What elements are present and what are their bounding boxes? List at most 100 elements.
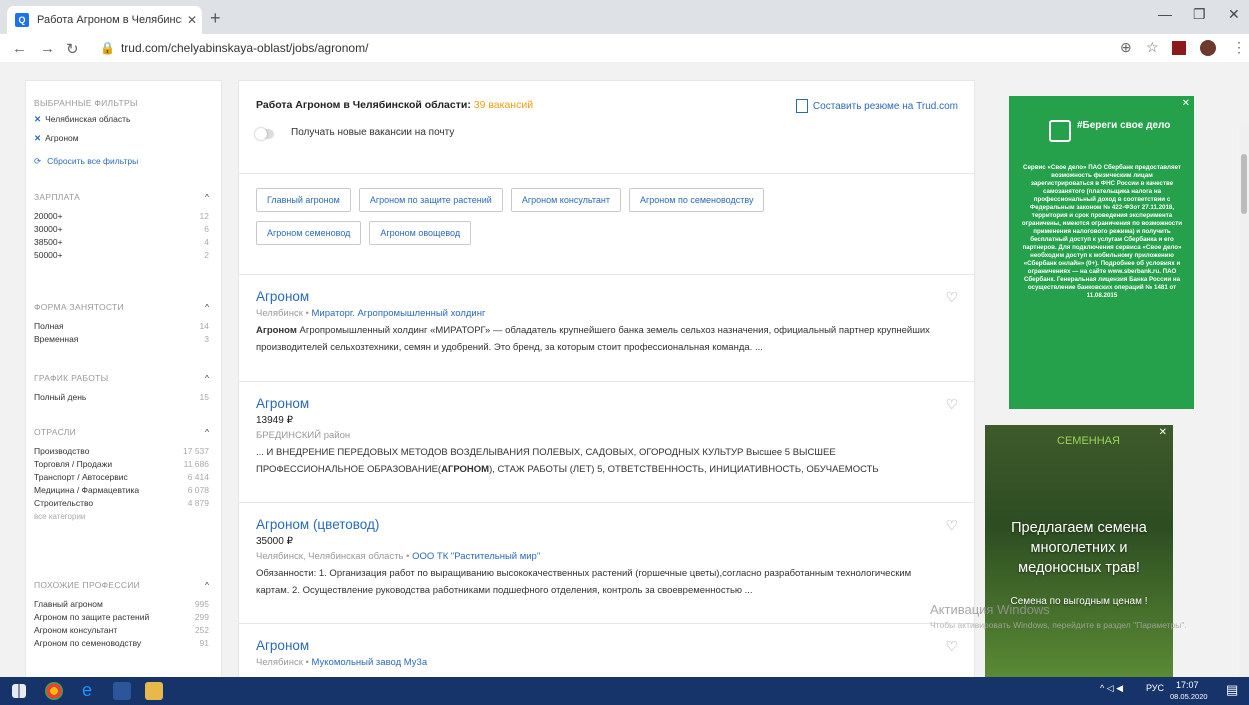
- language-indicator[interactable]: РУС: [1146, 683, 1164, 693]
- job-list: Агроном ♡ Челябинск • Мираторг. Агропромыш…: [239, 275, 974, 677]
- notifications-icon[interactable]: ▤: [1226, 682, 1238, 698]
- reload-icon[interactable]: ↻: [66, 40, 79, 58]
- section-header[interactable]: ОТРАСЛИ ^: [34, 426, 209, 439]
- job-meta: Челябинск, Челябинская область • ООО ТК …: [256, 551, 541, 562]
- job-card[interactable]: Агроном ♡ 13949 ₽ БРЕДИНСКИЙ район ... И ВНЕ…: [239, 382, 974, 503]
- job-meta: Челябинск • Мираторг. Агропромышленный х…: [256, 308, 486, 319]
- ad-close-icon[interactable]: ✕: [1182, 98, 1190, 109]
- url-field[interactable]: 🔒 trud.com/chelyabinskaya-oblast/jobs/agr…: [100, 41, 368, 55]
- job-company[interactable]: Мираторг. Агропромышленный холдинг: [312, 308, 486, 319]
- job-card[interactable]: Агроном ♡ Челябинск • Мукомольный завод Му…: [239, 624, 974, 677]
- explorer-icon[interactable]: [145, 682, 163, 700]
- section-header[interactable]: ПОХОЖИЕ ПРОФЕССИИ ^: [34, 579, 209, 592]
- filter-option[interactable]: Торговля / Продажи 11 686: [34, 458, 209, 471]
- favorite-heart-icon[interactable]: ♡: [945, 517, 958, 534]
- chevron-up-icon[interactable]: ^: [205, 301, 209, 314]
- all-categories-link[interactable]: все категории: [34, 510, 209, 523]
- section-header[interactable]: ГРАФИК РАБОТЫ ^: [34, 372, 209, 385]
- filter-option[interactable]: Главный агроном 995: [34, 598, 209, 611]
- create-resume-link[interactable]: Составить резюме на Trud.com: [795, 99, 958, 113]
- new-tab-icon[interactable]: +: [210, 8, 221, 29]
- favorite-heart-icon[interactable]: ♡: [945, 396, 958, 413]
- remove-icon[interactable]: ✕: [34, 113, 41, 126]
- filter-option[interactable]: Транспорт / Автосервис 6 414: [34, 471, 209, 484]
- extension-icon[interactable]: [1172, 41, 1186, 55]
- profile-avatar[interactable]: [1200, 40, 1216, 56]
- minimize-icon[interactable]: —: [1158, 6, 1172, 22]
- ad-close-icon[interactable]: ✕: [1159, 427, 1167, 438]
- subscribe-toggle[interactable]: [255, 128, 274, 140]
- window-close-icon[interactable]: ✕: [1228, 6, 1240, 23]
- favorite-heart-icon[interactable]: ♡: [945, 638, 958, 655]
- profession-tag[interactable]: Агроном по защите растений: [358, 188, 503, 212]
- filter-heading: ПОХОЖИЕ ПРОФЕССИИ: [34, 580, 141, 590]
- filter-option[interactable]: Временная 3: [34, 333, 209, 346]
- edge-icon[interactable]: e: [82, 680, 100, 700]
- chevron-up-icon[interactable]: ^: [205, 191, 209, 204]
- filter-option-count: 2: [204, 250, 209, 260]
- section-header[interactable]: ЗАРПЛАТА ^: [34, 191, 209, 204]
- zoom-icon[interactable]: ⊕: [1120, 39, 1132, 56]
- start-icon[interactable]: [12, 684, 26, 698]
- job-company[interactable]: Мукомольный завод Му3а: [312, 657, 428, 668]
- job-description: Обязанности: 1. Организация работ по выр…: [256, 565, 944, 599]
- filter-option[interactable]: Строительство 4 879: [34, 497, 209, 510]
- filter-list: Главный агроном 995 Агроном по защите раст…: [34, 598, 209, 650]
- word-icon[interactable]: [113, 682, 131, 700]
- filter-option-count: 3: [204, 334, 209, 344]
- job-title[interactable]: Агроном: [256, 289, 944, 304]
- chevron-up-icon[interactable]: ^: [205, 426, 209, 439]
- filter-option[interactable]: Агроном по семеноводству 91: [34, 637, 209, 650]
- back-icon[interactable]: ←: [12, 40, 27, 57]
- filter-option[interactable]: 50000+ 2: [34, 249, 209, 262]
- reset-filters-link[interactable]: ⟳ Сбросить все фильтры: [34, 155, 209, 168]
- profession-tag[interactable]: Агроном семеновод: [256, 221, 362, 245]
- clock-date[interactable]: 08.05.2020: [1170, 692, 1208, 701]
- filter-industry: ОТРАСЛИ ^ Производство 17 537 Торговля / Пр…: [34, 426, 209, 523]
- filter-option[interactable]: Агроном консультант 252: [34, 624, 209, 637]
- job-card[interactable]: Агроном (цветовод) ♡ 35000 ₽ Челябинск, Чел…: [239, 503, 974, 624]
- profession-tag[interactable]: Агроном овощевод: [369, 221, 472, 245]
- profession-tag[interactable]: Агроном консультант: [510, 188, 621, 212]
- sberbank-ad[interactable]: ✕ #Береги свое дело Сервис «Свое дело» П…: [1009, 96, 1194, 409]
- filter-option-count: 14: [199, 321, 209, 331]
- tab-close-icon[interactable]: ✕: [182, 13, 202, 27]
- chrome-icon[interactable]: [45, 682, 63, 700]
- section-header[interactable]: ФОРМА ЗАНЯТОСТИ ^: [34, 301, 209, 314]
- seeds-ad[interactable]: ✕ СЕМЕННАЯ Предлагаем семена многолетних…: [985, 425, 1173, 677]
- chevron-up-icon[interactable]: ^: [205, 372, 209, 385]
- menu-dots-icon[interactable]: ⋮: [1232, 39, 1246, 56]
- selected-filter[interactable]: ✕ Агроном: [34, 132, 209, 145]
- job-company[interactable]: ООО ТК "Растительный мир": [412, 551, 540, 562]
- job-title[interactable]: Агроном: [256, 396, 944, 411]
- filter-option[interactable]: 38500+ 4: [34, 236, 209, 249]
- page-scrollbar[interactable]: [1239, 124, 1249, 677]
- remove-icon[interactable]: ✕: [34, 132, 41, 145]
- profession-tag[interactable]: Главный агроном: [256, 188, 351, 212]
- filter-option[interactable]: Полный день 15: [34, 391, 209, 404]
- bookmark-star-icon[interactable]: ☆: [1146, 39, 1159, 56]
- filter-heading: ВЫБРАННЫЕ ФИЛЬТРЫ: [34, 98, 138, 108]
- filter-list: Производство 17 537 Торговля / Продажи 11 6…: [34, 445, 209, 510]
- filter-option[interactable]: 20000+ 12: [34, 210, 209, 223]
- filter-option[interactable]: Медицина / Фармацевтика 6 078: [34, 484, 209, 497]
- maximize-icon[interactable]: ❐: [1193, 6, 1206, 23]
- browser-tab[interactable]: Q Работа Агроном в Челябинско ✕: [7, 6, 202, 34]
- job-title[interactable]: Агроном: [256, 638, 944, 653]
- related-tags: Главный агроном Агроном по защите растени…: [239, 174, 974, 275]
- profession-tag[interactable]: Агроном по семеноводству: [628, 188, 765, 212]
- job-card[interactable]: Агроном ♡ Челябинск • Мираторг. Агропромыш…: [239, 275, 974, 382]
- tray-icons[interactable]: ^ ◁ ◀: [1100, 683, 1123, 694]
- favorite-heart-icon[interactable]: ♡: [945, 289, 958, 306]
- clock-time[interactable]: 17:07: [1176, 680, 1199, 690]
- filter-option[interactable]: Полная 14: [34, 320, 209, 333]
- filter-option[interactable]: 30000+ 6: [34, 223, 209, 236]
- job-title[interactable]: Агроном (цветовод): [256, 517, 944, 532]
- filter-option[interactable]: Агроном по защите растений 299: [34, 611, 209, 624]
- filter-option[interactable]: Производство 17 537: [34, 445, 209, 458]
- scroll-thumb[interactable]: [1241, 154, 1247, 214]
- chevron-up-icon[interactable]: ^: [205, 579, 209, 592]
- selected-filter[interactable]: ✕ Челябинская область: [34, 113, 209, 126]
- desc-text: ), СТАЖ РАБОТЫ (ЛЕТ) 5, ОТВЕТСТВЕННОСТЬ,…: [489, 464, 879, 475]
- forward-icon[interactable]: →: [40, 40, 55, 57]
